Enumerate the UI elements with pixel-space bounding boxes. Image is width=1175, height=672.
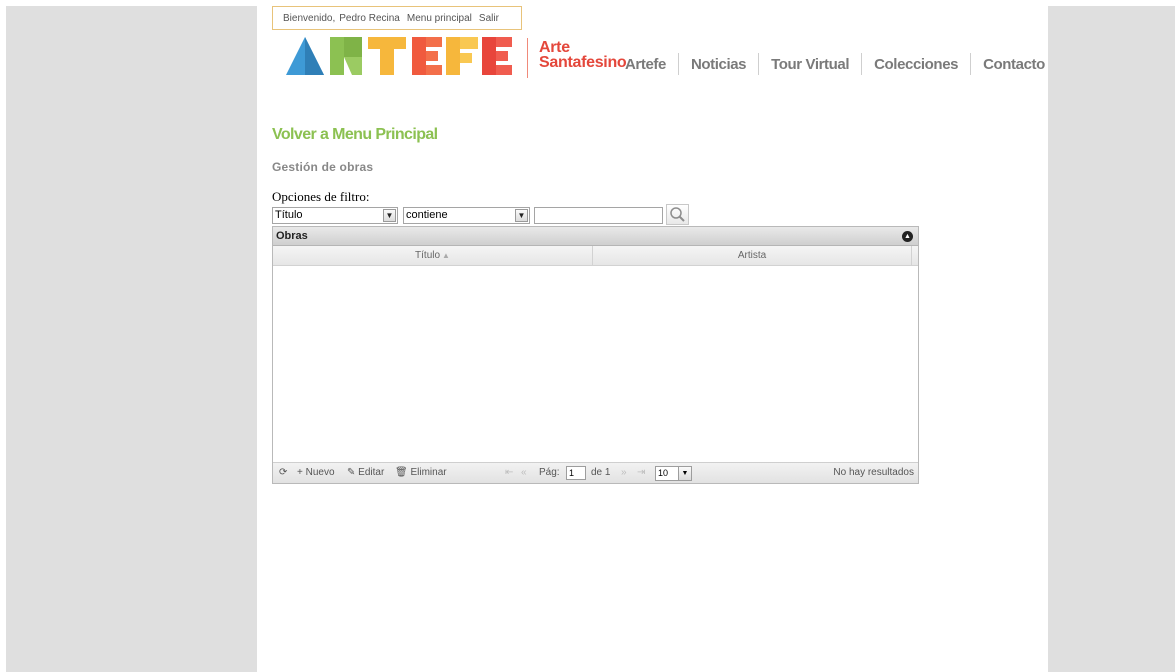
column-header-label: Título	[415, 250, 441, 261]
search-button[interactable]	[666, 204, 689, 225]
prev-page-icon[interactable]: «	[521, 467, 527, 478]
grid-caption: Obras	[276, 230, 308, 242]
chevron-down-icon: ▼	[383, 209, 396, 222]
column-header-filler	[912, 246, 918, 266]
nav-item-colecciones[interactable]: Colecciones	[874, 56, 958, 73]
search-icon	[670, 207, 685, 222]
nav-divider	[677, 53, 679, 75]
user-name: Pedro Recina	[339, 12, 400, 24]
rows-per-page-value: 10	[658, 468, 669, 478]
nav-item-artefe[interactable]: Artefe	[625, 56, 666, 73]
nav-divider	[758, 53, 760, 75]
left-margin	[6, 6, 257, 672]
artefe-logo[interactable]	[286, 37, 516, 75]
column-header-titulo[interactable]: Título ▲	[273, 246, 593, 266]
next-page-icon[interactable]: »	[621, 467, 627, 478]
main-menu-link[interactable]: Menu principal	[407, 13, 472, 24]
nav-item-noticias[interactable]: Noticias	[691, 56, 747, 73]
welcome-text: Bienvenido,	[283, 12, 336, 24]
delete-button-label: Eliminar	[410, 467, 447, 478]
grid-body	[273, 266, 918, 462]
delete-button[interactable]: 🗑 Eliminar	[395, 467, 447, 478]
plus-icon: +	[297, 467, 303, 478]
grid-pager: ⟳ + Nuevo ✎ Editar 🗑 Eliminar ⇤ « Pág: d…	[273, 462, 918, 483]
nav-item-contacto[interactable]: Contacto	[983, 56, 1045, 73]
main-nav: Artefe Noticias Tour Virtual Colecciones…	[625, 53, 1045, 75]
back-to-menu-link[interactable]: Volver a Menu Principal	[272, 126, 438, 144]
collapse-icon[interactable]: ▲	[902, 231, 913, 242]
column-header-artista[interactable]: Artista	[593, 246, 912, 266]
filter-label: Opciones de filtro:	[272, 189, 370, 204]
rows-per-page-select[interactable]: 10 ▼	[655, 466, 692, 481]
trash-icon: 🗑	[395, 467, 408, 478]
nav-divider	[970, 53, 972, 75]
nav-divider	[861, 53, 863, 75]
nav-item-tour-virtual[interactable]: Tour Virtual	[771, 56, 849, 73]
obras-grid: Obras ▲ Título ▲ Artista ⟳ + Nuevo ✎ Edit…	[272, 226, 919, 484]
refresh-icon[interactable]: ⟳	[279, 467, 287, 478]
chevron-down-icon: ▼	[515, 209, 528, 222]
column-header-label: Artista	[737, 250, 767, 261]
right-margin	[1048, 6, 1175, 672]
brand-text: Arte Santafesino	[539, 39, 627, 71]
page-label: Pág:	[539, 467, 560, 478]
chevron-down-icon: ▼	[678, 467, 691, 480]
brand-divider	[527, 38, 528, 78]
edit-button-label: Editar	[358, 467, 385, 478]
logout-link[interactable]: Salir	[479, 13, 499, 24]
grid-caption-bar: Obras ▲	[273, 227, 918, 246]
page-title: Gestión de obras	[272, 160, 374, 174]
filter-field-select[interactable]: Título ▼	[272, 207, 398, 224]
first-page-icon[interactable]: ⇤	[505, 467, 513, 478]
last-page-icon[interactable]: ⇥	[637, 467, 645, 478]
filter-operator-value: contiene	[406, 209, 448, 221]
filter-field-value: Título	[275, 209, 303, 221]
filter-search-input[interactable]	[534, 207, 663, 224]
page-number-input[interactable]	[566, 466, 586, 480]
brand-line-1: Arte	[539, 39, 570, 56]
brand-line-2: Santafesino	[539, 54, 627, 71]
records-status: No hay resultados	[833, 467, 914, 478]
page-count-label: de 1	[591, 467, 611, 478]
filter-operator-select[interactable]: contiene ▼	[403, 207, 530, 224]
pencil-icon: ✎	[347, 467, 356, 478]
edit-button[interactable]: ✎ Editar	[347, 467, 384, 478]
sort-icon: ▲	[442, 251, 450, 260]
new-button[interactable]: + Nuevo	[297, 467, 335, 478]
new-button-label: Nuevo	[305, 467, 335, 478]
user-bar: Bienvenido, Pedro Recina Menu principal …	[272, 6, 522, 30]
